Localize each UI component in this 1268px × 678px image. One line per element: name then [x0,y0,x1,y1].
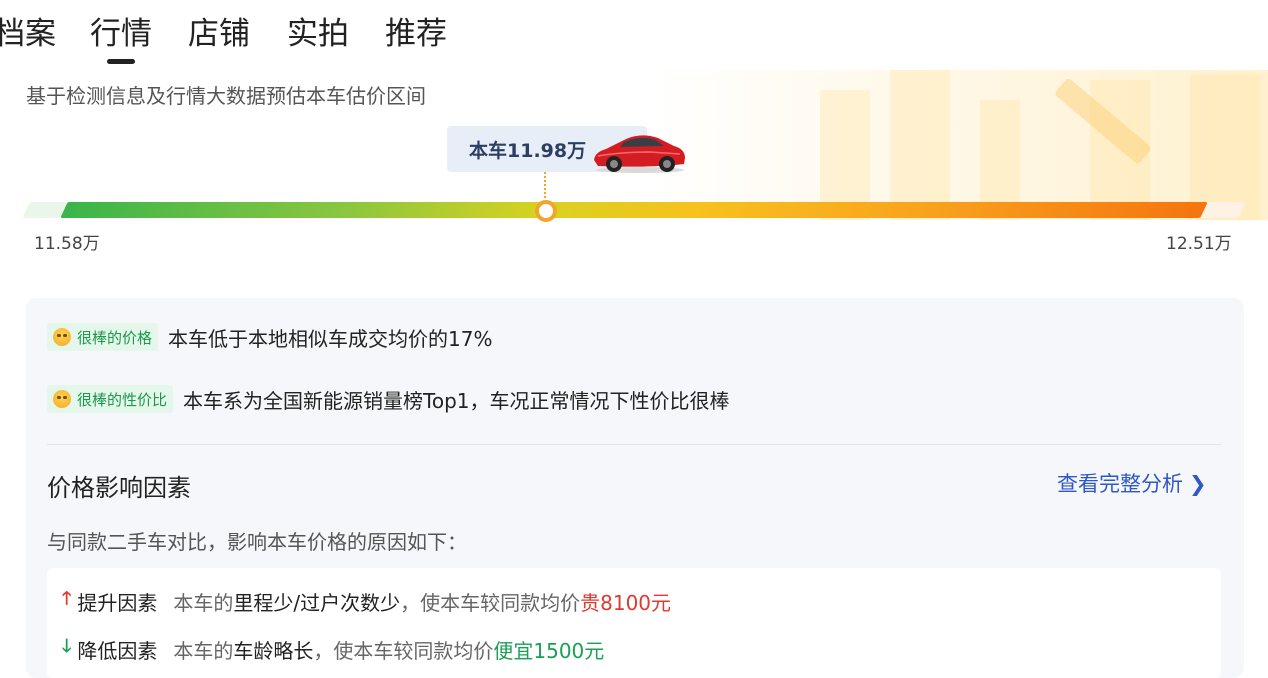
factors-description: 与同款二手车对比，影响本车价格的原因如下： [47,530,467,554]
highlight-text: 本车系为全国新能源销量榜Top1，车况正常情况下性价比很棒 [183,388,730,413]
arrow-down-icon: 🡓 [62,636,72,657]
factor-down-middle: ，使本车较同款均价 [313,638,494,663]
factor-up-prefix: 本车的 [173,590,234,615]
factor-down-prefix: 本车的 [173,638,234,663]
factor-up-result: 贵8100元 [580,590,672,615]
highlight-row: 很棒的价格 本车低于本地相似车成交均价的17% [47,321,492,353]
divider [47,444,1221,445]
tab-photos[interactable]: 实拍 [287,12,349,56]
tab-archive[interactable]: 档案 [0,12,56,56]
factor-down-row: 🡓 降低因素 本车的 车龄略长 ，使本车较同款均价 便宜1500元 [62,634,604,664]
tab-market[interactable]: 行情 [90,12,152,64]
tab-recommend[interactable]: 推荐 [385,12,447,56]
factor-down-type: 降低因素 [77,638,158,663]
factor-up-type: 提升因素 [77,590,158,615]
view-full-analysis-label: 查看完整分析 [1057,472,1183,496]
factor-up-key: 里程少/过户次数少 [233,590,401,615]
chevron-right-icon: ❯ [1189,472,1207,496]
highlight-row: 很棒的性价比 本车系为全国新能源销量榜Top1，车况正常情况下性价比很棒 [47,383,730,415]
banner-decoration [650,70,1268,220]
estimate-subtitle: 基于检测信息及行情大数据预估本车估价区间 [26,84,426,108]
factor-down-key: 车龄略长 [233,638,314,663]
highlight-tag-label: 很棒的性价比 [77,390,168,409]
car-image [594,135,685,173]
view-full-analysis-link[interactable]: 查看完整分析 ❯ [1057,468,1207,498]
highlight-text: 本车低于本地相似车成交均价的17% [168,326,493,351]
price-max-label: 12.51万 [1166,234,1232,254]
factor-up-middle: ，使本车较同款均价 [400,590,581,615]
car-price-marker [535,200,557,222]
price-pointer [544,172,546,198]
car-price-label: 本车11.98万 [469,140,587,162]
arrow-up-icon: 🡑 [62,588,72,609]
highlight-tag: 很棒的性价比 [47,385,174,413]
smiley-emoji-icon [53,328,71,346]
price-range-bar [60,202,1208,218]
price-min-label: 11.58万 [34,234,100,254]
factor-up-row: 🡑 提升因素 本车的 里程少/过户次数少 ，使本车较同款均价 贵8100元 [62,586,671,616]
factor-down-result: 便宜1500元 [493,638,605,663]
smiley-emoji-icon [53,390,71,408]
tab-store[interactable]: 店铺 [188,12,250,56]
highlight-tag-label: 很棒的价格 [77,328,153,347]
highlight-tag: 很棒的价格 [47,323,159,351]
factors-title: 价格影响因素 [47,474,191,502]
